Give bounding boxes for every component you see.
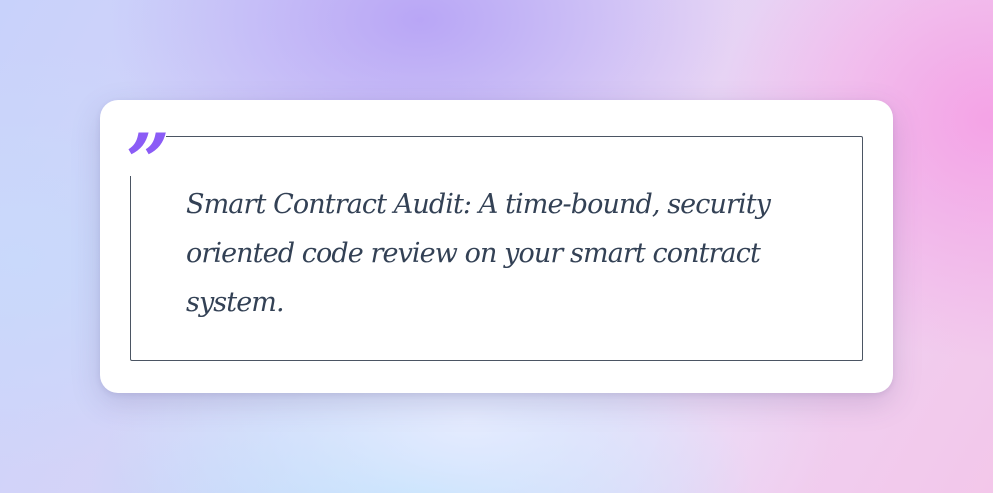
quote-mark-icon: ” [126, 117, 170, 206]
quote-text: Smart Contract Audit: A time-bound, secu… [186, 189, 771, 318]
quote-card: ” Smart Contract Audit: A time-bound, se… [100, 100, 893, 393]
